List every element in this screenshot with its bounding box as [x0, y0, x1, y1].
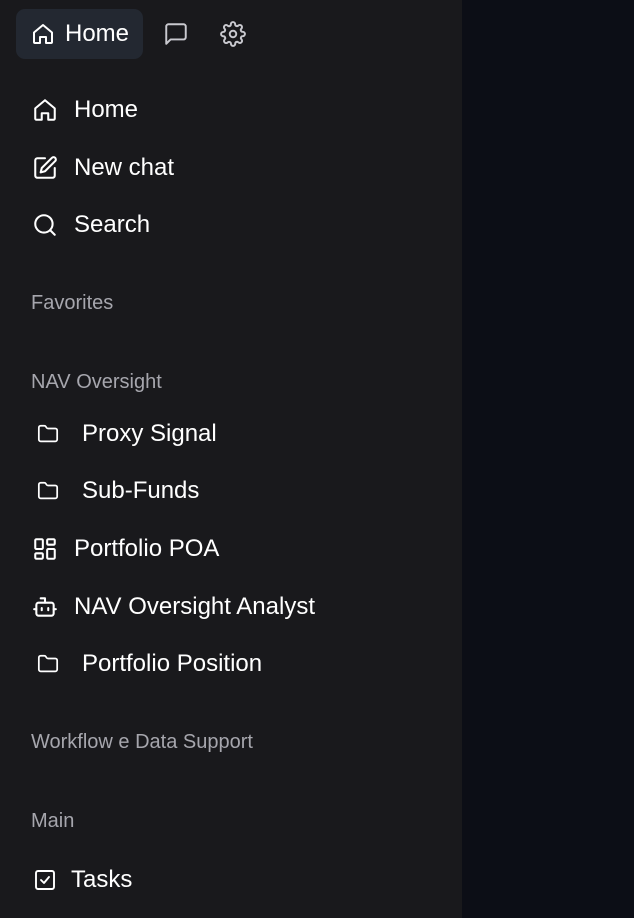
folder-icon [35, 420, 61, 448]
nav-item-new-chat[interactable]: New chat [31, 148, 174, 188]
sidebar-item-label: Portfolio Position [82, 650, 263, 677]
sidebar-item-portfolio-position[interactable]: Portfolio Position [31, 644, 262, 684]
sidebar-item-label: Portfolio POA [74, 535, 220, 562]
sidebar-item-nav-oversight-analyst[interactable]: NAV Oversight Analyst [31, 587, 315, 627]
home-icon [31, 96, 59, 124]
sidebar-topbar: Home [16, 9, 246, 59]
checkbox-icon [31, 866, 59, 894]
bot-icon [31, 593, 59, 621]
sidebar-item-sub-funds[interactable]: Sub-Funds [31, 471, 199, 511]
sidebar-item-portfolio-poa[interactable]: Portfolio POA [31, 529, 219, 569]
section-favorites: Favorites [31, 292, 114, 314]
edit-icon [31, 154, 59, 182]
home-icon [31, 22, 55, 46]
nav-item-label: Home [74, 96, 139, 123]
gear-icon[interactable] [220, 21, 246, 47]
app-window: Home Home New chat Search Favorites NAV … [0, 0, 634, 918]
section-workflow-data-support: Workflow e Data Support [31, 731, 253, 753]
sidebar-item-proxy-signal[interactable]: Proxy Signal [31, 414, 217, 454]
nav-item-label: Search [74, 211, 151, 238]
home-tab-button[interactable]: Home [16, 9, 144, 59]
section-main: Main [31, 810, 75, 832]
search-icon [31, 211, 59, 239]
chat-icon[interactable] [163, 21, 189, 47]
sidebar-item-label: Proxy Signal [82, 420, 217, 447]
sidebar-item-tasks[interactable]: Tasks [31, 860, 132, 900]
folder-icon [35, 650, 61, 678]
nav-item-label: New chat [74, 154, 175, 181]
folder-icon [35, 477, 61, 505]
nav-item-search[interactable]: Search [31, 205, 150, 245]
sidebar: Home Home New chat Search Favorites NAV … [0, 0, 462, 918]
sidebar-item-label: NAV Oversight Analyst [74, 593, 315, 620]
home-tab-label: Home [65, 20, 130, 47]
section-nav-oversight: NAV Oversight [31, 371, 162, 393]
sidebar-item-label: Sub-Funds [82, 477, 200, 504]
nav-item-home[interactable]: Home [31, 90, 138, 130]
main-content-area [462, 0, 634, 918]
sidebar-item-label: Tasks [71, 866, 133, 893]
layout-dashboard-icon [31, 535, 59, 563]
